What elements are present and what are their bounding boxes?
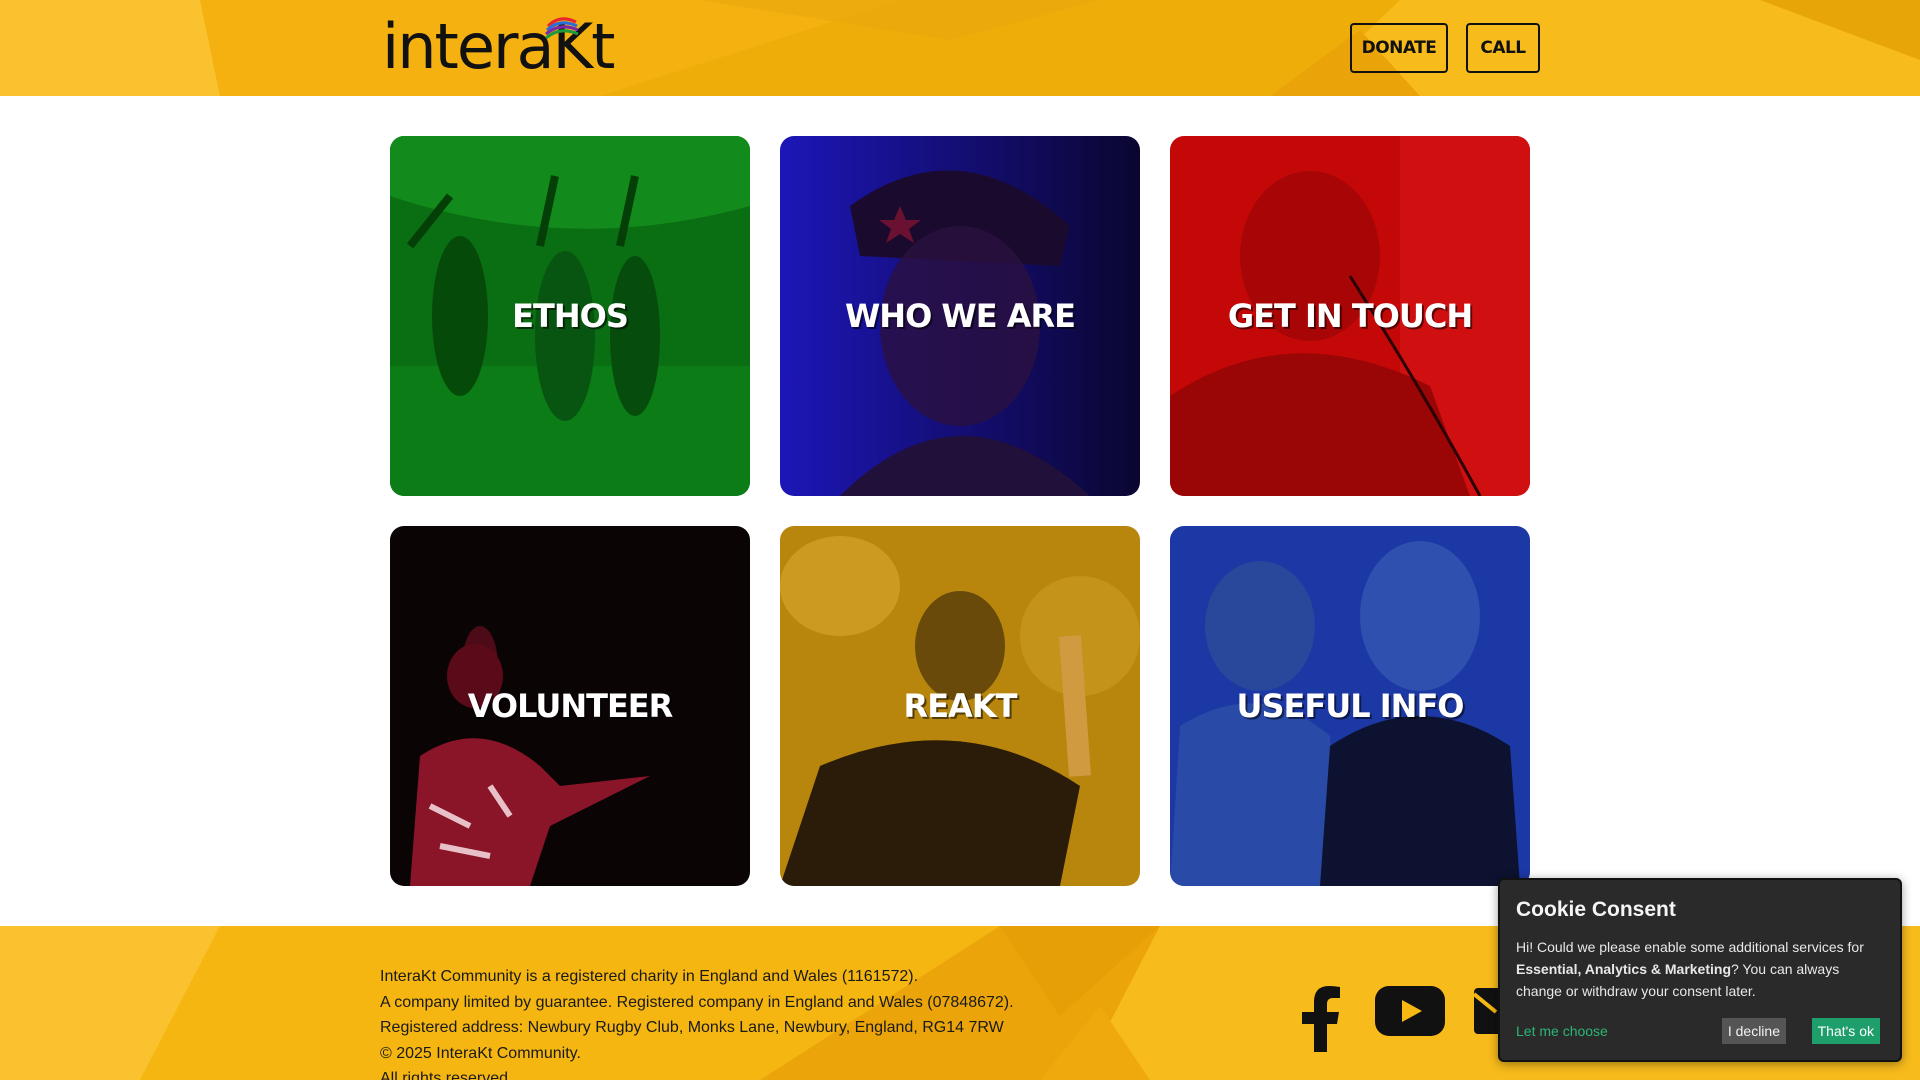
call-button[interactable]: CALL: [1466, 23, 1540, 73]
cookie-title: Cookie Consent: [1516, 898, 1676, 921]
footer-address-line: Registered address: Newbury Rugby Club, …: [380, 1019, 1004, 1037]
site-header: interaKt DONATE CALL: [0, 0, 1920, 96]
facebook-icon[interactable]: [1300, 986, 1342, 1052]
header-background-pattern: [0, 0, 1920, 96]
youtube-icon[interactable]: [1375, 986, 1445, 1036]
tile-useful-info[interactable]: USEFUL INFO: [1170, 526, 1530, 886]
tile-who-we-are[interactable]: WHO WE ARE: [780, 136, 1140, 496]
tile-volunteer[interactable]: VOLUNTEER: [390, 526, 750, 886]
decline-button[interactable]: I decline: [1721, 1018, 1786, 1044]
tile-label: GET IN TOUCH: [1227, 297, 1473, 335]
footer-legal-text: InteraKt Community is a registered chari…: [380, 964, 1014, 1080]
donate-button[interactable]: DONATE: [1350, 23, 1448, 73]
tile-reakt[interactable]: REAKT: [780, 526, 1140, 886]
tile-label: ETHOS: [512, 297, 629, 335]
cookie-message-start: Hi! Could we please enable some addition…: [1516, 939, 1864, 955]
cookie-consent-dialog: Cookie Consent Hi! Could we please enabl…: [1498, 878, 1902, 1062]
tile-ethos[interactable]: ETHOS: [390, 136, 750, 496]
cookie-actions: Let me choose I decline That's ok: [1516, 1018, 1880, 1044]
tile-get-in-touch[interactable]: GET IN TOUCH: [1170, 136, 1530, 496]
cookie-message-services: Essential, Analytics & Marketing: [1516, 961, 1731, 977]
let-me-choose-link[interactable]: Let me choose: [1516, 1023, 1608, 1039]
footer-copyright-line: © 2025 InteraKt Community.: [380, 1044, 581, 1062]
logo-rainbow-mark: [545, 17, 579, 40]
cookie-message: Hi! Could we please enable some addition…: [1516, 936, 1884, 1002]
accept-button[interactable]: That's ok: [1811, 1018, 1880, 1044]
tile-label: REAKT: [903, 687, 1018, 725]
tile-label: VOLUNTEER: [467, 687, 674, 725]
interakt-logo[interactable]: interaKt: [382, 10, 615, 82]
tile-label: WHO WE ARE: [845, 297, 1076, 335]
tile-label: USEFUL INFO: [1236, 687, 1464, 725]
footer-company-line: A company limited by guarantee. Register…: [380, 993, 1014, 1011]
footer-charity-line: InteraKt Community is a registered chari…: [380, 968, 919, 985]
footer-rights-line: All rights reserved: [380, 1070, 509, 1080]
